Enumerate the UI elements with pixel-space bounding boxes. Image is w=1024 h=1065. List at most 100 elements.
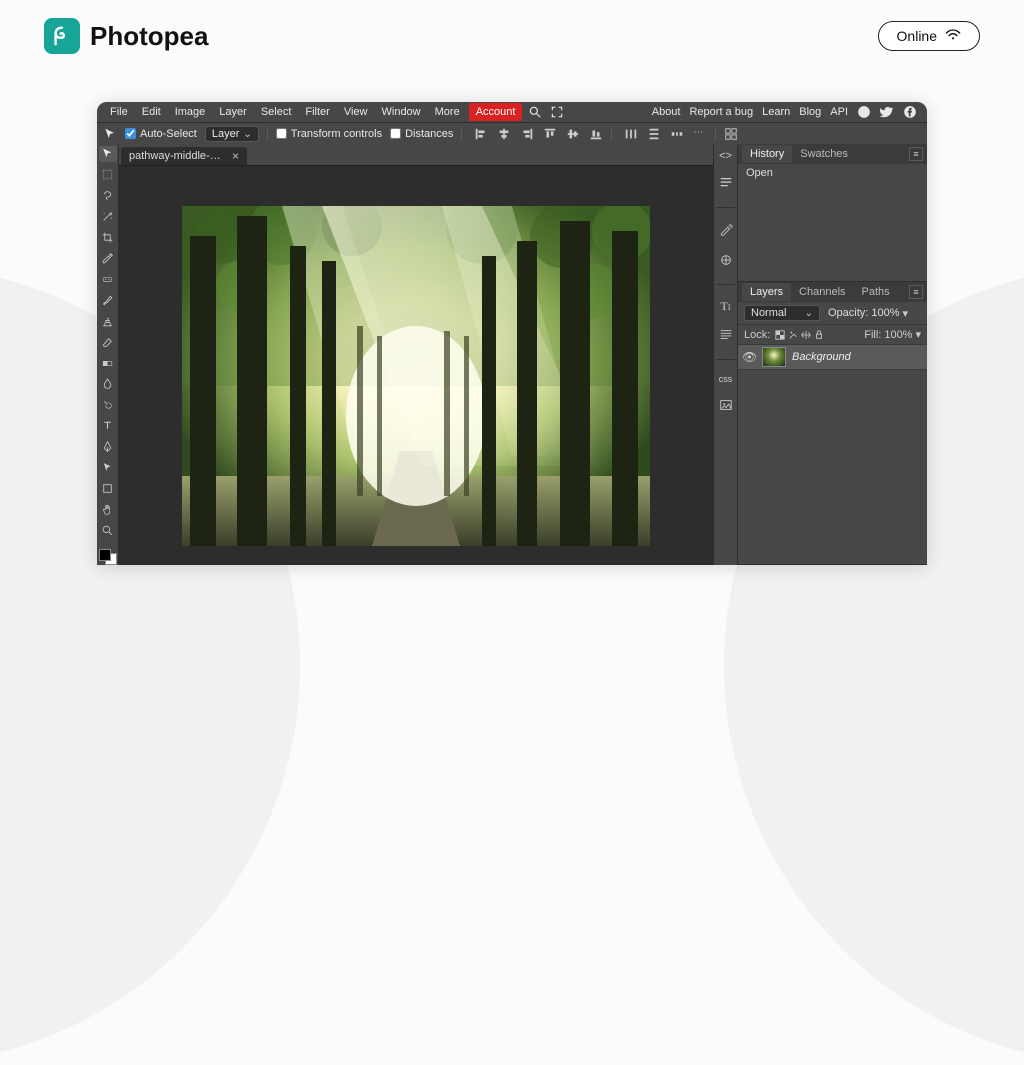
pen-tool[interactable]: [99, 439, 117, 455]
foreground-color[interactable]: [99, 549, 111, 561]
auto-select-target-dropdown[interactable]: Layer: [205, 126, 259, 142]
color-swatches[interactable]: [99, 549, 117, 565]
type-tool[interactable]: [99, 418, 117, 434]
fill-value[interactable]: 100%: [884, 329, 912, 341]
collapsed-character-panel-icon[interactable]: TI: [718, 299, 734, 314]
menu-image[interactable]: Image: [168, 103, 213, 121]
tab-swatches[interactable]: Swatches: [792, 145, 856, 163]
transform-controls-input[interactable]: [276, 128, 287, 139]
menu-more[interactable]: More: [428, 103, 467, 121]
auto-select-input[interactable]: [125, 128, 136, 139]
panel-menu-icon[interactable]: ≡: [909, 285, 923, 299]
opacity-value[interactable]: 100%: [871, 307, 899, 319]
panel-menu-icon[interactable]: ≡: [909, 147, 923, 161]
blur-tool[interactable]: [99, 376, 117, 392]
tab-paths[interactable]: Paths: [854, 283, 898, 301]
facebook-icon[interactable]: [903, 105, 917, 119]
link-api[interactable]: API: [830, 106, 848, 118]
collapsed-image-panel-icon[interactable]: [718, 398, 734, 415]
heal-tool[interactable]: [99, 271, 117, 287]
eraser-tool[interactable]: [99, 334, 117, 350]
online-label: Online: [897, 28, 937, 44]
collapsed-paragraph2-panel-icon[interactable]: [718, 328, 734, 345]
chevron-down-icon: [805, 307, 813, 319]
distances-input[interactable]: [390, 128, 401, 139]
twitter-icon[interactable]: [880, 105, 894, 119]
layer-visibility-icon[interactable]: 👁: [742, 350, 756, 364]
layer-row[interactable]: 👁 Background: [738, 345, 927, 370]
layer-thumbnail[interactable]: [762, 347, 786, 367]
tab-layers[interactable]: Layers: [742, 283, 791, 301]
history-panel: History Swatches ≡ Open: [738, 144, 927, 282]
right-panels: <> TI css History Swatches ≡: [713, 144, 927, 565]
collapsed-code-panel-icon[interactable]: <>: [718, 150, 734, 162]
history-list: Open: [738, 164, 927, 281]
link-report-bug[interactable]: Report a bug: [689, 106, 753, 118]
dodge-tool[interactable]: [99, 397, 117, 413]
grid-options-icon[interactable]: [724, 127, 738, 141]
canvas-viewport[interactable]: [119, 166, 713, 565]
canvas[interactable]: [182, 206, 650, 546]
document-tab[interactable]: pathway-middle-gre... ×: [121, 147, 247, 165]
link-blog[interactable]: Blog: [799, 106, 821, 118]
fill-slider-icon[interactable]: ▾: [915, 328, 921, 341]
zoom-tool[interactable]: [99, 522, 117, 538]
menu-file[interactable]: File: [103, 103, 135, 121]
align-left-icon[interactable]: [474, 127, 488, 141]
auto-select-checkbox[interactable]: Auto-Select: [125, 128, 197, 140]
lock-transparent-icon[interactable]: [775, 330, 785, 340]
reddit-icon[interactable]: [857, 105, 871, 119]
collapsed-brush-panel-icon[interactable]: [718, 222, 734, 239]
history-item-open[interactable]: Open: [738, 164, 927, 182]
collapsed-paragraph-panel-icon[interactable]: [718, 176, 734, 193]
clone-tool[interactable]: [99, 313, 117, 329]
collapsed-css-panel-icon[interactable]: css: [718, 374, 734, 384]
menu-filter[interactable]: Filter: [298, 103, 336, 121]
menu-view[interactable]: View: [337, 103, 375, 121]
distribute-spacing-icon[interactable]: [670, 127, 684, 141]
align-vcenter-icon[interactable]: [566, 127, 580, 141]
align-top-icon[interactable]: [543, 127, 557, 141]
brush-tool[interactable]: [99, 292, 117, 308]
close-icon[interactable]: ×: [232, 150, 239, 162]
transform-controls-checkbox[interactable]: Transform controls: [276, 128, 382, 140]
menu-window[interactable]: Window: [375, 103, 428, 121]
lock-move-icon[interactable]: [801, 330, 811, 340]
lock-image-icon[interactable]: [788, 330, 798, 340]
menu-account[interactable]: Account: [469, 103, 523, 121]
distribute-v-icon[interactable]: [647, 127, 661, 141]
move-tool[interactable]: [99, 146, 117, 162]
fullscreen-icon[interactable]: [550, 105, 564, 119]
shape-tool[interactable]: [99, 481, 117, 497]
lock-all-icon[interactable]: [814, 330, 824, 340]
tab-channels[interactable]: Channels: [791, 283, 853, 301]
crop-tool[interactable]: [99, 230, 117, 246]
collapsed-adjust-panel-icon[interactable]: [718, 253, 734, 270]
align-right-icon[interactable]: [520, 127, 534, 141]
layer-name[interactable]: Background: [792, 351, 851, 363]
link-about[interactable]: About: [652, 106, 681, 118]
options-bar: Auto-Select Layer Transform controls Dis…: [97, 122, 927, 144]
document-tab-label: pathway-middle-gre...: [129, 150, 224, 162]
lasso-tool[interactable]: [99, 188, 117, 204]
blend-mode-dropdown[interactable]: Normal: [744, 305, 820, 321]
marquee-tool[interactable]: [99, 167, 117, 183]
distribute-h-icon[interactable]: [624, 127, 638, 141]
hand-tool[interactable]: [99, 501, 117, 517]
menu-edit[interactable]: Edit: [135, 103, 168, 121]
tab-history[interactable]: History: [742, 145, 792, 163]
gradient-tool[interactable]: [99, 355, 117, 371]
distances-checkbox[interactable]: Distances: [390, 128, 453, 140]
menu-layer[interactable]: Layer: [212, 103, 254, 121]
more-align-icon[interactable]: ⋯: [693, 127, 707, 141]
search-icon[interactable]: [528, 105, 542, 119]
link-learn[interactable]: Learn: [762, 106, 790, 118]
menu-select[interactable]: Select: [254, 103, 299, 121]
opacity-slider-icon[interactable]: ▾: [903, 307, 909, 320]
path-select-tool[interactable]: [99, 460, 117, 476]
align-bottom-icon[interactable]: [589, 127, 603, 141]
eyedropper-tool[interactable]: [99, 251, 117, 267]
divider: [611, 127, 612, 141]
magic-wand-tool[interactable]: [99, 209, 117, 225]
align-hcenter-icon[interactable]: [497, 127, 511, 141]
